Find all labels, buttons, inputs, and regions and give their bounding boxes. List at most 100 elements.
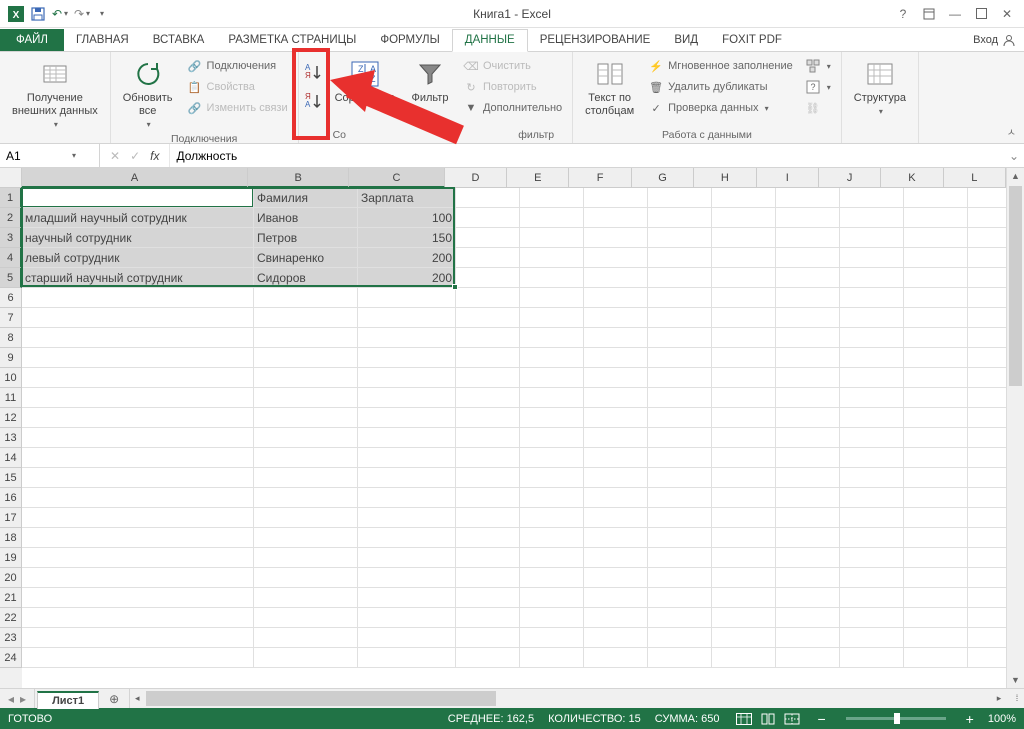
cell[interactable]	[776, 508, 840, 528]
cell[interactable]	[520, 348, 584, 368]
zoom-slider[interactable]	[846, 717, 946, 720]
what-if-button[interactable]: ?▾	[803, 77, 833, 97]
cell[interactable]	[358, 468, 456, 488]
get-external-data-button[interactable]: Получение внешних данных ▾	[8, 56, 102, 131]
tab-вид[interactable]: ВИД	[662, 30, 710, 51]
cell[interactable]	[358, 408, 456, 428]
cell[interactable]	[254, 288, 358, 308]
cell[interactable]	[456, 608, 520, 628]
column-header[interactable]: D	[445, 168, 507, 188]
cell[interactable]	[648, 488, 712, 508]
cell[interactable]	[648, 608, 712, 628]
name-box[interactable]: ▾	[0, 144, 100, 167]
cell[interactable]	[648, 428, 712, 448]
cell[interactable]	[840, 608, 904, 628]
cell[interactable]	[22, 328, 254, 348]
cell[interactable]	[584, 528, 648, 548]
redo-icon[interactable]: ↷▾	[74, 6, 90, 22]
cell[interactable]	[22, 588, 254, 608]
cell[interactable]	[22, 368, 254, 388]
zoom-out-icon[interactable]: −	[817, 711, 825, 727]
view-page-layout-icon[interactable]	[757, 711, 779, 727]
cell[interactable]	[840, 308, 904, 328]
cell[interactable]	[520, 588, 584, 608]
cell[interactable]	[358, 448, 456, 468]
cell[interactable]	[904, 428, 968, 448]
cell[interactable]	[776, 488, 840, 508]
cell[interactable]	[584, 248, 648, 268]
cells-area[interactable]: ДолжностьФамилияЗарплатамладший научный …	[22, 188, 1006, 688]
row-header[interactable]: 22	[0, 608, 22, 628]
save-icon[interactable]	[30, 6, 46, 22]
cell[interactable]	[254, 308, 358, 328]
cell[interactable]: 100	[358, 208, 456, 228]
scroll-left-icon[interactable]: ◂	[130, 689, 144, 708]
cell[interactable]	[520, 648, 584, 668]
view-page-break-icon[interactable]	[781, 711, 803, 727]
cell[interactable]	[840, 568, 904, 588]
cell[interactable]: 200	[358, 268, 456, 288]
name-box-input[interactable]	[6, 149, 66, 163]
edit-links-button[interactable]: 🔗Изменить связи	[185, 98, 290, 118]
cell[interactable]	[776, 328, 840, 348]
cell[interactable]	[776, 208, 840, 228]
cell[interactable]	[456, 308, 520, 328]
cell[interactable]	[904, 368, 968, 388]
column-header[interactable]: K	[881, 168, 943, 188]
cell[interactable]	[520, 308, 584, 328]
cell[interactable]	[712, 548, 776, 568]
cell[interactable]	[904, 488, 968, 508]
insert-function-icon[interactable]: fx	[150, 149, 159, 163]
cell[interactable]	[712, 408, 776, 428]
cell[interactable]: старший научный сотрудник	[22, 268, 254, 288]
clear-filter-button[interactable]: ⌫Очистить	[461, 56, 564, 76]
cell[interactable]	[840, 428, 904, 448]
cell[interactable]	[648, 208, 712, 228]
cell[interactable]	[840, 488, 904, 508]
undo-icon[interactable]: ↶▾	[52, 6, 68, 22]
cell[interactable]	[904, 508, 968, 528]
cell[interactable]	[22, 388, 254, 408]
cell[interactable]	[840, 248, 904, 268]
cell[interactable]	[712, 508, 776, 528]
cell[interactable]	[776, 288, 840, 308]
cell[interactable]	[904, 548, 968, 568]
cell[interactable]	[520, 208, 584, 228]
cell[interactable]	[648, 348, 712, 368]
cell[interactable]	[520, 288, 584, 308]
cell[interactable]	[22, 348, 254, 368]
row-header[interactable]: 23	[0, 628, 22, 648]
cell[interactable]	[22, 428, 254, 448]
row-header[interactable]: 21	[0, 588, 22, 608]
row-header[interactable]: 8	[0, 328, 22, 348]
view-normal-icon[interactable]	[733, 711, 755, 727]
cell[interactable]	[648, 228, 712, 248]
cell[interactable]	[520, 248, 584, 268]
flash-fill-button[interactable]: ⚡Мгновенное заполнение	[646, 56, 795, 76]
cell[interactable]	[456, 388, 520, 408]
cell[interactable]	[520, 328, 584, 348]
cell[interactable]	[254, 328, 358, 348]
cell[interactable]	[840, 648, 904, 668]
cell[interactable]	[584, 548, 648, 568]
outline-button[interactable]: Структура ▾	[850, 56, 910, 118]
select-all-button[interactable]	[0, 168, 22, 188]
cell[interactable]	[584, 628, 648, 648]
cell[interactable]	[358, 348, 456, 368]
cell[interactable]: 150	[358, 228, 456, 248]
sheet-prev-icon[interactable]: ◂	[8, 692, 14, 706]
cell[interactable]	[712, 648, 776, 668]
cell[interactable]	[648, 468, 712, 488]
cell[interactable]	[904, 408, 968, 428]
add-sheet-button[interactable]: ⊕	[99, 690, 129, 708]
cell[interactable]	[456, 348, 520, 368]
sheet-next-icon[interactable]: ▸	[20, 692, 26, 706]
cell[interactable]	[358, 528, 456, 548]
cell[interactable]	[456, 528, 520, 548]
cell[interactable]	[648, 648, 712, 668]
cell[interactable]	[776, 308, 840, 328]
cell[interactable]	[520, 608, 584, 628]
vertical-scroll-thumb[interactable]	[1009, 186, 1022, 386]
cell[interactable]	[776, 188, 840, 208]
cell[interactable]	[776, 348, 840, 368]
